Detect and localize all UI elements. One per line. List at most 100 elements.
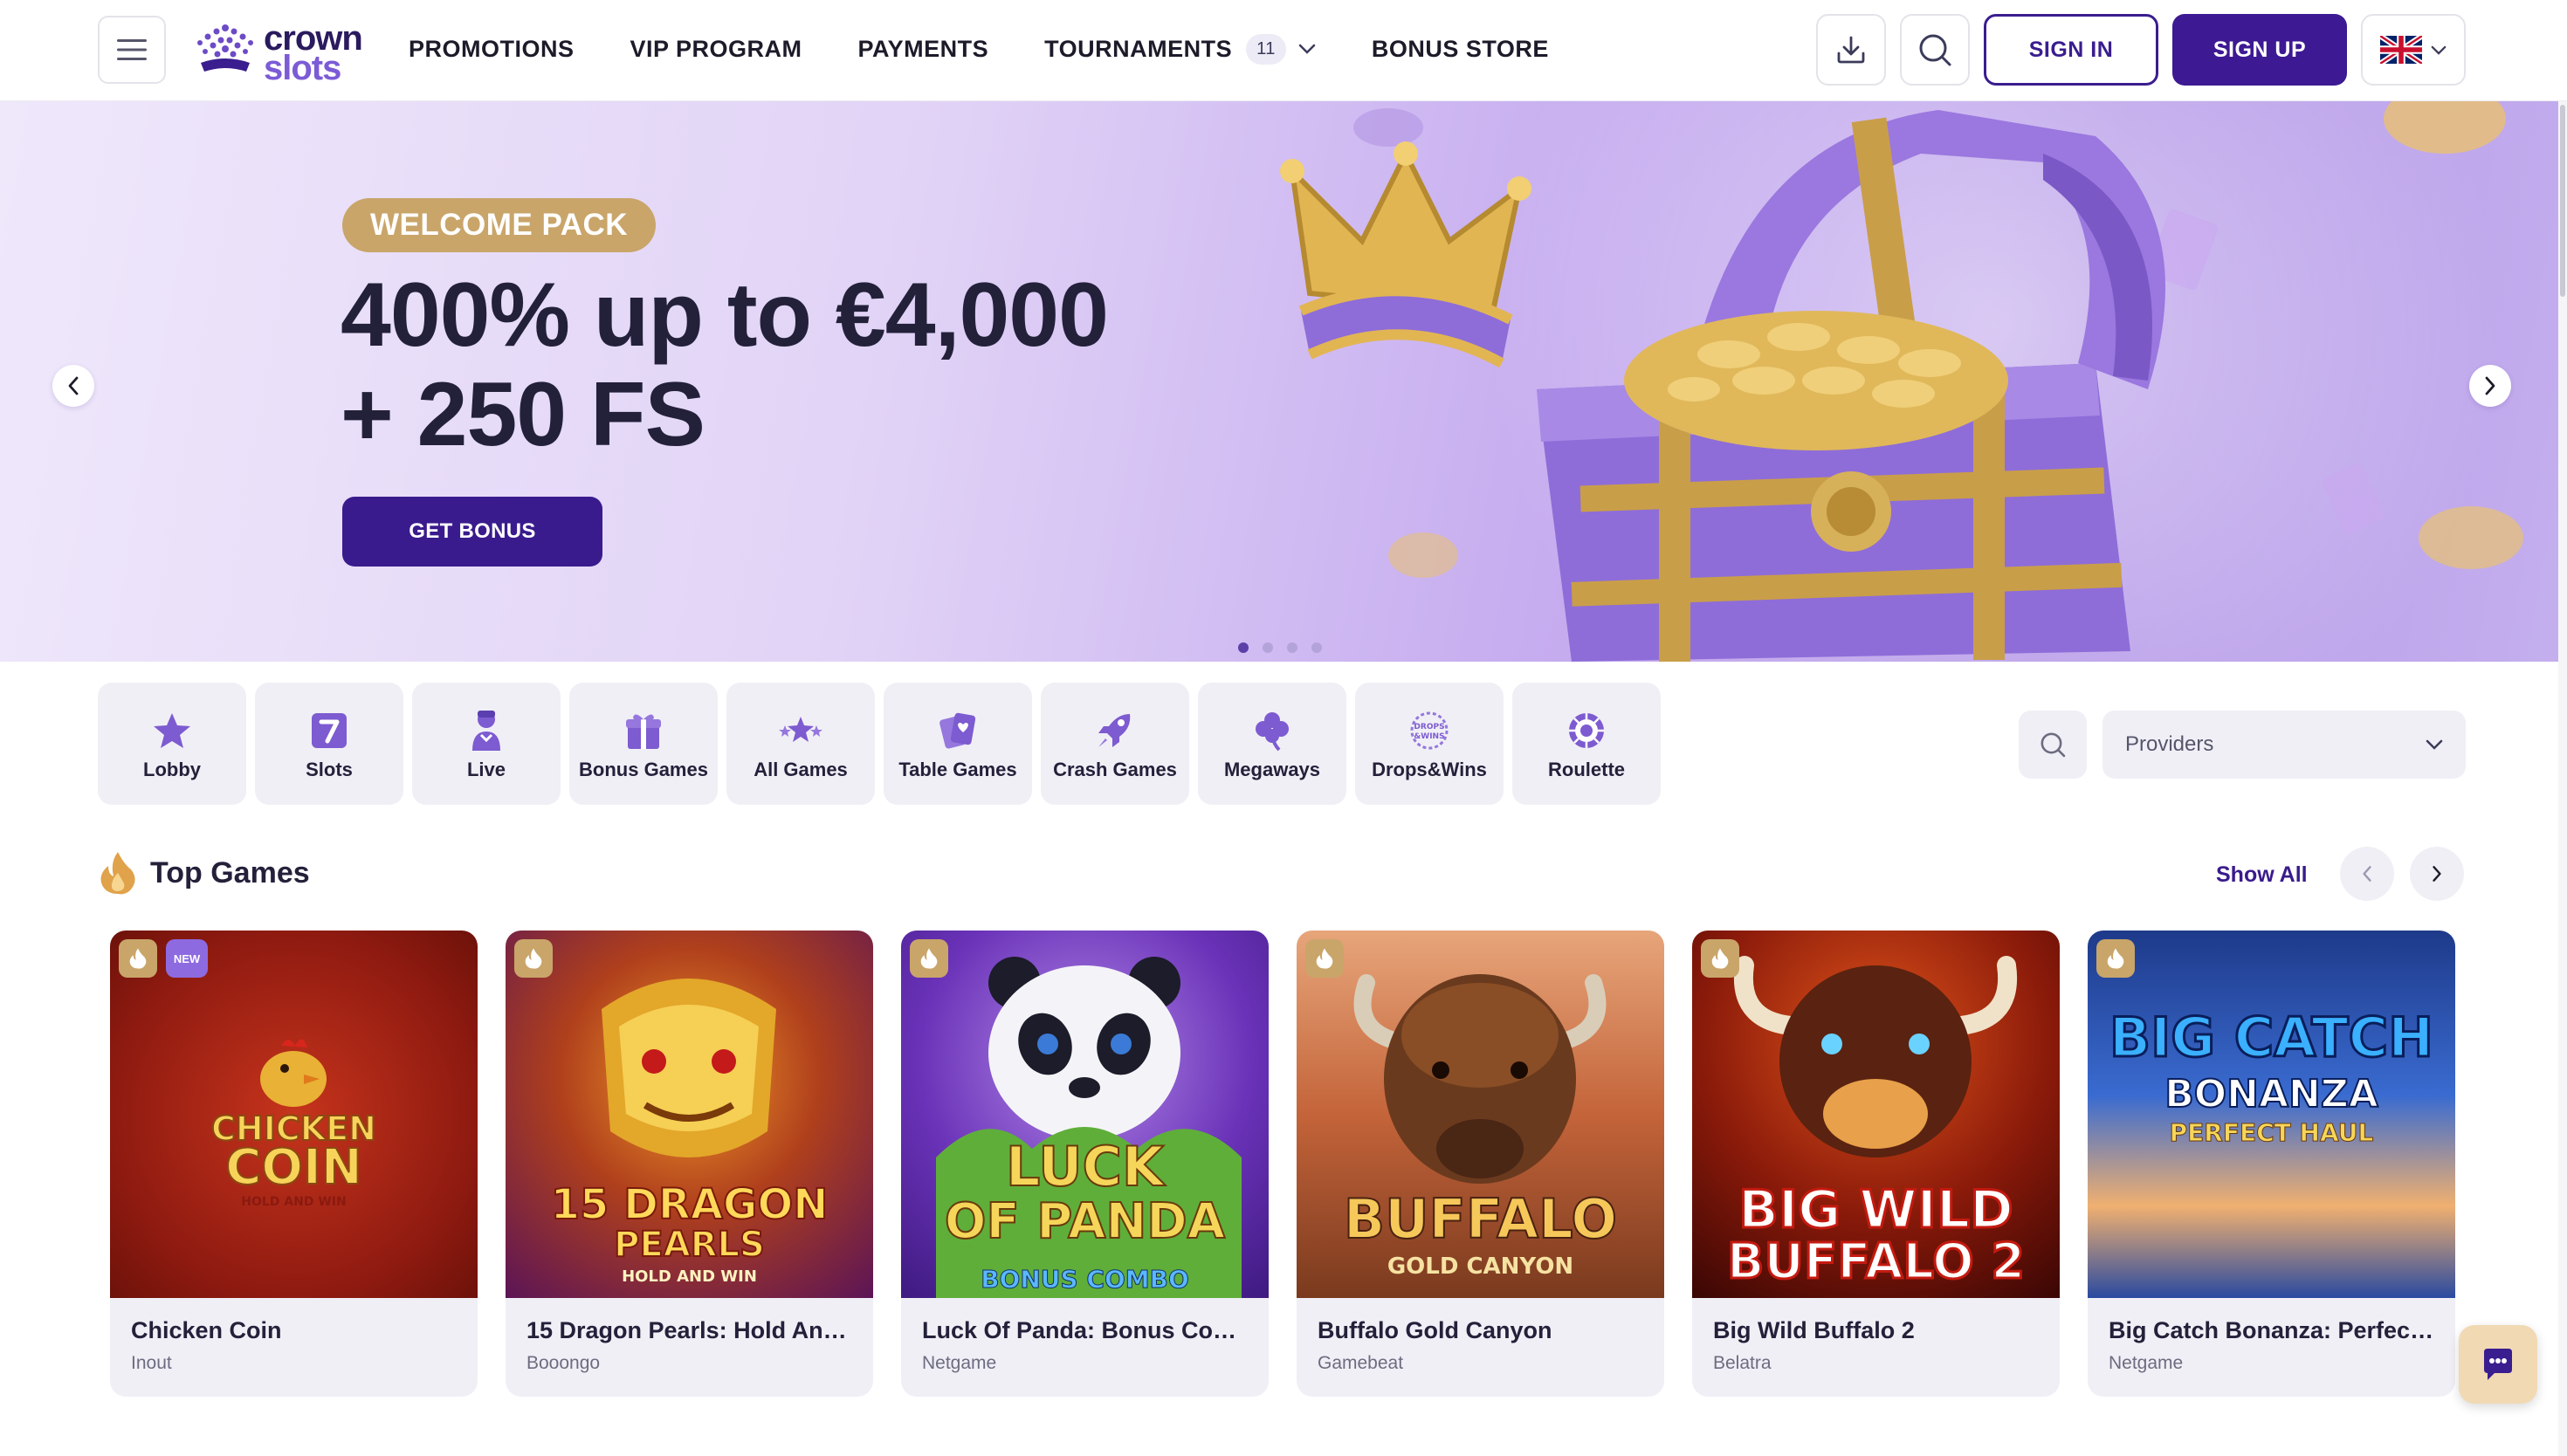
top-games-prev-button[interactable]: [2340, 847, 2394, 901]
star-icon: [154, 712, 190, 748]
category-crash-games[interactable]: Crash Games: [1041, 683, 1189, 805]
nav-vip-program[interactable]: VIP PROGRAM: [630, 36, 802, 63]
thumb-title-line-2: PEARLS: [613, 1225, 766, 1265]
thumb-title-line-1: BUFFALO: [1343, 1187, 1618, 1251]
nav-promotions[interactable]: PROMOTIONS: [409, 36, 575, 63]
sign-in-button[interactable]: SIGN IN: [1984, 14, 2158, 86]
hero-dot-3[interactable]: [1287, 642, 1297, 653]
sign-up-button[interactable]: SIGN UP: [2172, 14, 2347, 86]
page-scrollbar-thumb[interactable]: [2560, 105, 2565, 297]
category-label: All Games: [754, 758, 848, 780]
category-label: Lobby: [143, 758, 201, 780]
game-card-chicken-coin[interactable]: NEW CHICKEN COIN HOLD AND WIN Chicken Co…: [110, 931, 478, 1397]
thumb-title-line-3: PERFECT HAUL: [2169, 1118, 2374, 1147]
hero-prev-button[interactable]: [52, 365, 94, 407]
fire-icon: [1711, 948, 1729, 969]
search-icon: [1919, 34, 1951, 66]
category-bonus-games[interactable]: Bonus Games: [569, 683, 718, 805]
game-info: Buffalo Gold Canyon Gamebeat: [1297, 1298, 1664, 1393]
top-games-carousel: NEW CHICKEN COIN HOLD AND WIN Chicken Co…: [110, 931, 2455, 1397]
game-provider: Gamebeat: [1318, 1353, 1404, 1373]
game-card-luck-of-panda[interactable]: LUCK OF PANDA BONUS COMBO Luck Of Panda:…: [901, 931, 1269, 1397]
header-search-button[interactable]: [1900, 14, 1970, 86]
game-search-button[interactable]: [2019, 711, 2087, 779]
slot-seven-icon: [312, 712, 347, 748]
category-lobby[interactable]: Lobby: [98, 683, 246, 805]
providers-dropdown[interactable]: Providers: [2102, 711, 2466, 779]
game-info: Big Wild Buffalo 2 Belatra: [1692, 1298, 2060, 1393]
search-icon: [2041, 732, 2066, 758]
hero-headline-line-1: 400% up to €4,000: [341, 264, 1109, 366]
language-selector[interactable]: [2361, 14, 2466, 86]
hot-badge: [910, 939, 948, 978]
game-thumbnail: 15 DRAGON PEARLS HOLD AND WIN: [506, 931, 873, 1298]
top-games-header: Top Games: [98, 850, 310, 896]
hero-pagination: [1238, 642, 1322, 653]
hero-dot-4[interactable]: [1311, 642, 1322, 653]
chevron-down-icon: [1298, 44, 1316, 54]
thumb-title-line-3: HOLD AND WIN: [622, 1267, 757, 1286]
hot-badge: [1701, 939, 1739, 978]
category-live[interactable]: Live: [412, 683, 561, 805]
hero-next-button[interactable]: [2469, 365, 2511, 407]
drops-wins-icon: DROPS&WINS: [1410, 711, 1449, 749]
thumb-title-line-2: COIN: [224, 1139, 362, 1196]
game-provider: Netgame: [922, 1353, 997, 1373]
tournaments-count-badge: 11: [1246, 33, 1286, 65]
category-all-games[interactable]: All Games: [726, 683, 875, 805]
category-megaways[interactable]: Megaways: [1198, 683, 1346, 805]
game-provider: Belatra: [1713, 1353, 1772, 1373]
chevron-down-icon: [2426, 739, 2443, 750]
get-bonus-button[interactable]: GET BONUS: [342, 497, 602, 567]
top-games-next-button[interactable]: [2410, 847, 2464, 901]
show-all-link[interactable]: Show All: [2216, 862, 2308, 888]
welcome-pack-badge: WELCOME PACK: [342, 198, 657, 252]
chevron-right-icon: [2433, 866, 2441, 882]
game-name: Big Catch Bonanza: Perfect H...: [2109, 1317, 2434, 1343]
category-table-games[interactable]: Table Games: [884, 683, 1032, 805]
page-scrollbar[interactable]: [2558, 101, 2567, 1456]
dealer-icon: [472, 710, 500, 751]
nav-payments[interactable]: PAYMENTS: [858, 36, 989, 63]
category-slots[interactable]: Slots: [255, 683, 403, 805]
nav-tournaments-label: TOURNAMENTS: [1044, 35, 1233, 62]
thumb-title-line-1: 15 DRAGON: [550, 1180, 829, 1229]
cards-icon: [939, 712, 976, 749]
download-icon: [1837, 36, 1865, 64]
hero-headline: 400% up to €4,000 + 250 FS: [341, 265, 1214, 464]
category-roulette[interactable]: Roulette: [1512, 683, 1661, 805]
thumb-title-line-2: OF PANDA: [944, 1193, 1226, 1250]
nav-bonus-store[interactable]: BONUS STORE: [1372, 36, 1549, 63]
category-label: Bonus Games: [579, 758, 708, 780]
hero-banner[interactable]: WELCOME PACK 400% up to €4,000 + 250 FS …: [0, 101, 2567, 662]
hero-dot-1[interactable]: [1238, 642, 1249, 653]
crown-logo-icon: [197, 24, 253, 72]
game-card-15-dragon-pearls[interactable]: 15 DRAGON PEARLS HOLD AND WIN 15 Dragon …: [506, 931, 873, 1397]
nav-tournaments[interactable]: TOURNAMENTS 11: [1044, 33, 1316, 65]
game-card-big-wild-buffalo-2[interactable]: BIG WILD BUFFALO 2 Big Wild Buffalo 2 Be…: [1692, 931, 2060, 1397]
thumb-title-line-3: BONUS COMBO: [981, 1265, 1190, 1294]
download-app-button[interactable]: [1816, 14, 1886, 86]
new-badge: NEW: [166, 939, 208, 978]
logo-wordmark: crown slots: [264, 21, 363, 86]
game-info: 15 Dragon Pearls: Hold And Win Booongo: [506, 1298, 873, 1393]
game-card-big-catch-bonanza[interactable]: BIG CATCH BONANZA PERFECT HAUL Big Catch…: [2088, 931, 2455, 1397]
hamburger-menu-button[interactable]: [98, 16, 166, 84]
fire-icon: [1316, 948, 1333, 969]
game-name: Buffalo Gold Canyon: [1318, 1317, 1552, 1343]
game-thumbnail: BUFFALO GOLD CANYON: [1297, 931, 1664, 1298]
game-name: Chicken Coin: [131, 1317, 282, 1343]
chevron-left-icon: [2363, 866, 2371, 882]
hero-dot-2[interactable]: [1263, 642, 1273, 653]
uk-flag-icon: [2380, 36, 2422, 64]
category-drops-wins[interactable]: DROPS &WINS Drops&Wins: [1355, 683, 1504, 805]
thumb-title-line-2: BONANZA: [2164, 1072, 2379, 1116]
main-nav: PROMOTIONS VIP PROGRAM PAYMENTS TOURNAME…: [409, 0, 1605, 98]
crownslots-logo[interactable]: crown slots: [192, 21, 375, 86]
chat-icon: [2484, 1349, 2512, 1380]
live-chat-button[interactable]: [2459, 1325, 2537, 1404]
thumb-title-line-1: LUCK: [1005, 1135, 1165, 1198]
game-name: 15 Dragon Pearls: Hold And Win: [526, 1317, 852, 1343]
game-card-buffalo-gold-canyon[interactable]: BUFFALO GOLD CANYON Buffalo Gold Canyon …: [1297, 931, 1664, 1397]
game-thumbnail: LUCK OF PANDA BONUS COMBO: [901, 931, 1269, 1298]
